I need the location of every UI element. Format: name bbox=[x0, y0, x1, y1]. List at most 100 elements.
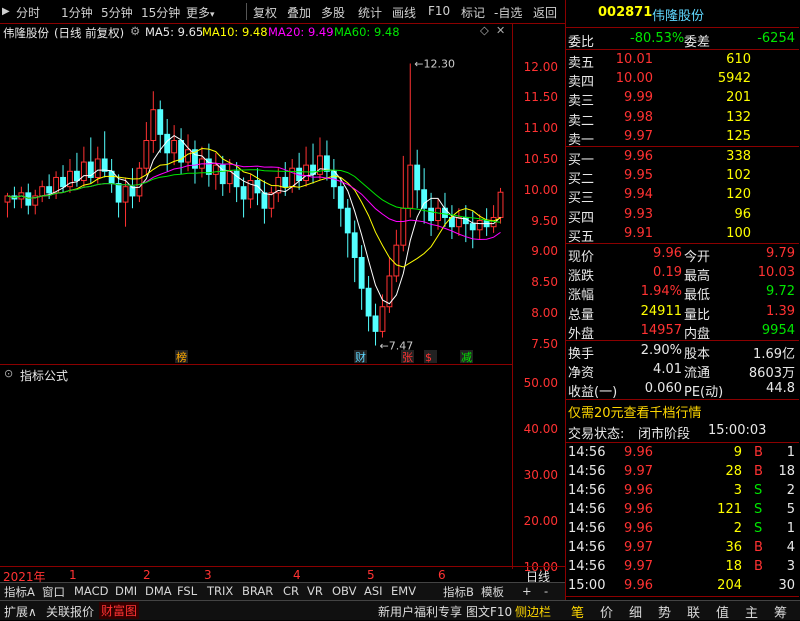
panel-tab-shi[interactable]: 势 bbox=[658, 602, 671, 621]
chevron-down-icon: ▾ bbox=[210, 10, 215, 20]
ask-level-label: 卖五 bbox=[568, 56, 595, 71]
candlestick-chart[interactable]: ←12.30←7.47榜财张 $ 减 bbox=[0, 40, 512, 364]
toolbar-more[interactable]: 更多▾ bbox=[186, 4, 215, 21]
stat-label: 量比 bbox=[684, 307, 711, 323]
tab-obv[interactable]: OBV bbox=[330, 584, 358, 600]
tab-macd[interactable]: MACD bbox=[72, 584, 110, 600]
bid-price: 9.95 bbox=[624, 168, 653, 184]
tab-brar[interactable]: BRAR bbox=[240, 584, 275, 600]
stat-label: 今开 bbox=[684, 250, 711, 265]
tab-remove[interactable]: - bbox=[542, 584, 550, 600]
tab-emv[interactable]: EMV bbox=[389, 584, 418, 600]
close-icon[interactable]: ✕ bbox=[496, 24, 505, 37]
price-axis: 12.00 11.50 11.00 10.50 10.00 9.50 9.00 8.50 8.0… bbox=[512, 24, 564, 574]
toolbar-tab-5min[interactable]: 5分钟 bbox=[101, 4, 133, 21]
panel-tab-zhi[interactable]: 值 bbox=[716, 602, 729, 621]
tab-indicator-a[interactable]: 指标A bbox=[2, 584, 37, 600]
toolbar-diejia[interactable]: 叠加 bbox=[287, 4, 311, 21]
toolbar-duogu[interactable]: 多股 bbox=[321, 4, 345, 21]
tick-time: 15:00 bbox=[568, 578, 606, 593]
toolbar-tongji[interactable]: 统计 bbox=[358, 4, 382, 21]
f10-link[interactable]: 图文F10 bbox=[466, 603, 512, 620]
fundamental-row: 换手 2.90% 股本 1.69亿 bbox=[566, 341, 799, 362]
tab-indicator-b[interactable]: 指标B bbox=[441, 584, 476, 600]
settings-gear-icon[interactable]: ⚙ bbox=[130, 24, 140, 38]
candle-down bbox=[365, 287, 372, 317]
date-tick: 4 bbox=[293, 568, 301, 582]
fundamental-label: 股本 bbox=[684, 347, 711, 362]
candle-down bbox=[469, 223, 476, 231]
candle-down bbox=[115, 183, 122, 203]
candle-down bbox=[442, 207, 448, 218]
indicator-menu-icon[interactable]: ⊙ bbox=[4, 367, 13, 380]
new-user-promo-link[interactable]: 新用户福利专享 bbox=[378, 603, 462, 620]
tick-price: 9.96 bbox=[624, 521, 653, 536]
tab-asi[interactable]: ASI bbox=[362, 584, 385, 600]
tab-dmi[interactable]: DMI bbox=[113, 584, 139, 600]
stat-value: 1.39 bbox=[766, 303, 795, 319]
indicator-panel[interactable] bbox=[0, 382, 512, 566]
tab-trix[interactable]: TRIX bbox=[205, 584, 235, 600]
bid-price: 9.93 bbox=[624, 206, 653, 222]
panel-tab-chou[interactable]: 筹 bbox=[774, 602, 787, 621]
stat-label: 外盘 bbox=[568, 326, 595, 342]
diamond-icon[interactable]: ◇ bbox=[480, 23, 489, 37]
sidebar-toggle[interactable]: 侧边栏 bbox=[515, 603, 551, 620]
price-tick: 11.00 bbox=[523, 121, 558, 136]
candle-down bbox=[261, 192, 268, 209]
ask-level-label: 卖二 bbox=[568, 113, 595, 129]
tab-dma[interactable]: DMA bbox=[143, 584, 174, 600]
bid-level-label: 买一 bbox=[568, 153, 595, 168]
panel-tab-zhu[interactable]: 主 bbox=[745, 602, 758, 621]
panel-tab-xi[interactable]: 细 bbox=[629, 602, 642, 621]
tab-vr[interactable]: VR bbox=[305, 584, 325, 600]
chart-mode: (日线 前复权) bbox=[54, 26, 125, 40]
toolbar-back[interactable]: 返回 bbox=[533, 4, 557, 21]
tick-row: 14:56 9.97 18 B 3 bbox=[566, 557, 799, 577]
related-quote-button[interactable]: 关联报价 bbox=[46, 603, 94, 620]
tab-add[interactable]: + bbox=[520, 584, 534, 600]
tick-bs-flag: B bbox=[754, 540, 763, 555]
tab-window[interactable]: 窗口 bbox=[40, 584, 67, 600]
tick-price: 9.96 bbox=[624, 578, 653, 593]
toolbar-biaoji[interactable]: 标记 bbox=[461, 4, 485, 21]
tab-template[interactable]: 模板 bbox=[479, 584, 506, 600]
event-badge: 张 bbox=[402, 351, 413, 364]
toolbar-remove-watchlist[interactable]: -自选 bbox=[494, 4, 522, 21]
collapse-icon[interactable]: ▶ bbox=[2, 6, 10, 17]
tick-count: 3 bbox=[786, 559, 795, 574]
tab-cr[interactable]: CR bbox=[281, 584, 301, 600]
promo-row[interactable]: 仅需20元查看千档行情 bbox=[566, 400, 799, 421]
expand-button[interactable]: 扩展∧ bbox=[4, 603, 37, 620]
bid-level-label: 买三 bbox=[568, 191, 595, 207]
high-price-marker: ←12.30 bbox=[414, 58, 455, 71]
candle-down bbox=[25, 192, 32, 206]
promo-text: 仅需20元查看千档行情 bbox=[568, 406, 702, 421]
toolbar-tab-15min[interactable]: 15分钟 bbox=[141, 4, 180, 21]
toolbar-tab-1min[interactable]: 1分钟 bbox=[61, 4, 93, 21]
tab-fsl[interactable]: FSL bbox=[175, 584, 199, 600]
candle-up bbox=[94, 158, 101, 178]
candle-down bbox=[421, 189, 428, 209]
panel-tab-lian[interactable]: 联 bbox=[687, 602, 700, 621]
date-axis: 2021年 1 2 3 4 5 6 日线 bbox=[0, 566, 565, 584]
tick-volume: 36 bbox=[725, 540, 742, 555]
panel-tab-jia[interactable]: 价 bbox=[600, 602, 613, 621]
weicha-value: -6254 bbox=[757, 31, 795, 46]
ask-volume: 610 bbox=[726, 52, 751, 67]
stat-value: 9.72 bbox=[766, 284, 795, 300]
wealth-chart-button[interactable]: 财富图 bbox=[99, 602, 140, 619]
trade-status-time: 15:00:03 bbox=[708, 423, 767, 438]
toolbar-huaxian[interactable]: 画线 bbox=[392, 4, 416, 21]
bid-row: 买二 9.95 102 bbox=[566, 166, 799, 187]
toolbar-f10[interactable]: F10 bbox=[428, 4, 450, 18]
candle-up bbox=[455, 216, 462, 228]
fundamental-label: 收益(一) bbox=[568, 385, 618, 401]
weicha-label: 委差 bbox=[684, 35, 711, 50]
toolbar-tab-fenshi[interactable]: 分时 bbox=[16, 4, 40, 21]
chart-header: 伟隆股份 (日线 前复权) ⚙ MA5: 9.65 MA10: 9.48 MA2… bbox=[0, 23, 512, 40]
panel-tab-bi[interactable]: 笔 bbox=[571, 602, 584, 621]
indicator-tick: 30.00 bbox=[523, 468, 558, 482]
stat-value: 24911 bbox=[640, 303, 682, 319]
toolbar-fuquan[interactable]: 复权 bbox=[253, 4, 277, 21]
